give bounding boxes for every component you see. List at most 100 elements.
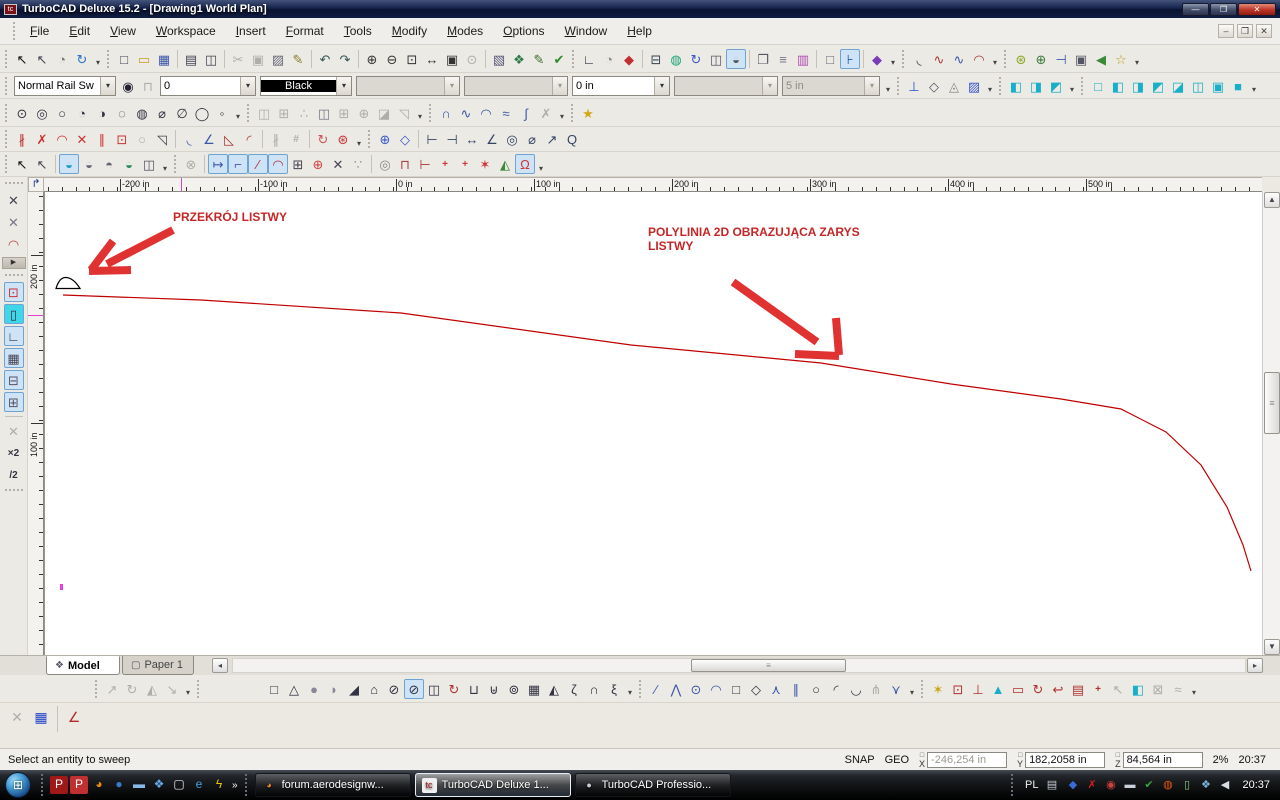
- 3d-intersect-icon[interactable]: ◩: [1046, 76, 1066, 96]
- explode-icon[interactable]: ∦: [266, 129, 286, 149]
- save-icon[interactable]: ▦: [154, 49, 174, 69]
- magnetic-point-icon[interactable]: Ω: [515, 154, 535, 174]
- color-combo[interactable]: Black ▾: [260, 76, 352, 96]
- sketch-mode-icon[interactable]: ◇: [924, 76, 944, 96]
- drawing-canvas[interactable]: PRZEKRÓJ LISTWY POLYLINIA 2D OBRAZUJĄCA …: [44, 192, 1262, 655]
- y-lock-icon[interactable]: □Y: [1017, 751, 1023, 769]
- scroll-down-button[interactable]: ▼: [1264, 639, 1280, 655]
- help-book-icon[interactable]: ◆: [867, 49, 887, 69]
- 3d-helix-icon[interactable]: ζ: [564, 679, 584, 699]
- ellipse-rot-icon[interactable]: ◍: [132, 103, 152, 123]
- toolbar-grip[interactable]: [1081, 77, 1085, 95]
- snap-midpoint-icon[interactable]: ∕: [248, 154, 268, 174]
- circle-center-icon[interactable]: ⊙: [12, 103, 32, 123]
- snap-quadrant-icon[interactable]: ⊞: [288, 154, 308, 174]
- horizontal-scrollbar[interactable]: ≡: [232, 658, 1246, 673]
- camera-setup-icon[interactable]: ◫: [139, 154, 159, 174]
- view-right-icon[interactable]: ◨: [1128, 76, 1148, 96]
- dim-vertical-icon[interactable]: ⊣: [442, 129, 462, 149]
- transform-move-icon[interactable]: ⊕: [375, 129, 395, 149]
- snap-center-icon[interactable]: ⊕: [308, 154, 328, 174]
- toolbar-grip[interactable]: [5, 274, 23, 278]
- edit-select-icon[interactable]: ↖: [32, 49, 52, 69]
- toolbar-overflow-icon[interactable]: ▾: [182, 679, 194, 698]
- transform-rotate-icon[interactable]: ◇: [395, 129, 415, 149]
- style-combo-arrow[interactable]: ▾: [100, 77, 115, 95]
- toolbar-overflow-icon[interactable]: ▾: [353, 130, 365, 149]
- 3d-dome-icon[interactable]: ∩: [584, 679, 604, 699]
- color-palette-icon[interactable]: ▥: [793, 49, 813, 69]
- assemble-edge-icon[interactable]: ↘: [162, 679, 182, 699]
- tray-security-icon[interactable]: ✔: [1141, 778, 1156, 793]
- y-coordinate-field[interactable]: 182,2058 in: [1025, 752, 1105, 768]
- rectangle-icon[interactable]: □: [726, 679, 746, 699]
- spline-bezier-icon[interactable]: ∿: [456, 103, 476, 123]
- mdi-close-button[interactable]: ✕: [1256, 24, 1272, 38]
- select-rect-icon[interactable]: ⊡: [4, 282, 24, 302]
- dim-radius-icon[interactable]: ◎: [502, 129, 522, 149]
- camera-icon[interactable]: ◫: [706, 49, 726, 69]
- light-insert-icon[interactable]: ⊛: [1011, 49, 1031, 69]
- toolbar-overflow-icon[interactable]: ▾: [1066, 76, 1078, 95]
- menu-modes[interactable]: Modes: [437, 21, 493, 41]
- 3d-prism-icon[interactable]: ⌂: [364, 679, 384, 699]
- ellipse-fixed-icon[interactable]: ∅: [172, 103, 192, 123]
- copy-array-icon[interactable]: ⊞: [274, 103, 294, 123]
- pdf-converter-icon[interactable]: P: [50, 776, 68, 794]
- toolbar-grip[interactable]: [107, 50, 111, 68]
- 3d-disk-icon[interactable]: ⊚: [504, 679, 524, 699]
- object-trim-icon[interactable]: ○: [132, 129, 152, 149]
- circle-icon[interactable]: ⊙: [686, 679, 706, 699]
- polyline-icon[interactable]: ⋀: [666, 679, 686, 699]
- luminance-icon[interactable]: ▣: [1071, 49, 1091, 69]
- circle-tangent-icon[interactable]: ○: [806, 679, 826, 699]
- toolbar-grip[interactable]: [95, 680, 99, 698]
- regenerate-icon[interactable]: ↻: [72, 49, 92, 69]
- x-lock-icon[interactable]: □X: [919, 751, 925, 769]
- wp-auto-icon[interactable]: ✶: [928, 679, 948, 699]
- redo-icon[interactable]: ↷: [335, 49, 355, 69]
- toolbar-overflow-icon[interactable]: ▾: [159, 155, 171, 174]
- zoom-selection-icon[interactable]: ⊙: [462, 49, 482, 69]
- dim-angular-icon[interactable]: ∠: [482, 129, 502, 149]
- copy-handle-icon[interactable]: ◹: [394, 103, 414, 123]
- copy-fit-icon[interactable]: ⊞: [334, 103, 354, 123]
- undo-icon[interactable]: ↶: [315, 49, 335, 69]
- status-fields-icon[interactable]: ⊞: [4, 392, 24, 412]
- zoom-out-icon[interactable]: ⊖: [382, 49, 402, 69]
- 3d-cone-icon[interactable]: ⊎: [484, 679, 504, 699]
- freehand-icon[interactable]: ∫: [516, 103, 536, 123]
- trim-icon[interactable]: ∦: [12, 129, 32, 149]
- sheet-icon[interactable]: □: [820, 49, 840, 69]
- taskbar-button-turbocad-deluxe[interactable]: tc TurboCAD Deluxe 1...: [415, 773, 571, 797]
- maximize-button[interactable]: ❐: [1210, 3, 1237, 16]
- grid-toggle-icon[interactable]: ▦: [4, 348, 24, 368]
- wp-fit-icon[interactable]: ⊠: [1148, 679, 1168, 699]
- toolbar-grip[interactable]: [639, 680, 643, 698]
- toolbar-grip[interactable]: [1004, 50, 1008, 68]
- firefox-ql-icon[interactable]: ◕: [90, 776, 108, 794]
- arc-2-icon[interactable]: ◡: [846, 679, 866, 699]
- tray-app-red-icon[interactable]: ◉: [1103, 778, 1118, 793]
- wp-by-grid-icon[interactable]: ⊡: [948, 679, 968, 699]
- 3d-box-icon[interactable]: □: [264, 679, 284, 699]
- light-direction-icon[interactable]: ◀: [1091, 49, 1111, 69]
- branch-line-icon[interactable]: ⋎: [886, 679, 906, 699]
- toolbar-grip[interactable]: [5, 130, 9, 148]
- tab-model[interactable]: ❖ Model: [46, 656, 120, 675]
- toolbar-grip[interactable]: [572, 50, 576, 68]
- toolbar-grip[interactable]: [5, 104, 9, 122]
- fillet-icon[interactable]: ◠: [52, 129, 72, 149]
- dim-leader-icon[interactable]: ↗: [542, 129, 562, 149]
- airfoil-section-shape[interactable]: [56, 278, 80, 289]
- copy-icon[interactable]: ▣: [248, 49, 268, 69]
- menu-edit[interactable]: Edit: [59, 21, 100, 41]
- toolbar-overflow-icon[interactable]: ▾: [414, 103, 426, 122]
- toolbar-grip[interactable]: [5, 182, 23, 186]
- hatch-pattern-icon[interactable]: ▨: [964, 76, 984, 96]
- print-preview-icon[interactable]: ◫: [201, 49, 221, 69]
- switch-windows-icon[interactable]: ❖: [150, 776, 168, 794]
- open-icon[interactable]: ▭: [134, 49, 154, 69]
- 3d-sweep-icon[interactable]: ⊘: [404, 679, 424, 699]
- notepad-icon[interactable]: ▢: [170, 776, 188, 794]
